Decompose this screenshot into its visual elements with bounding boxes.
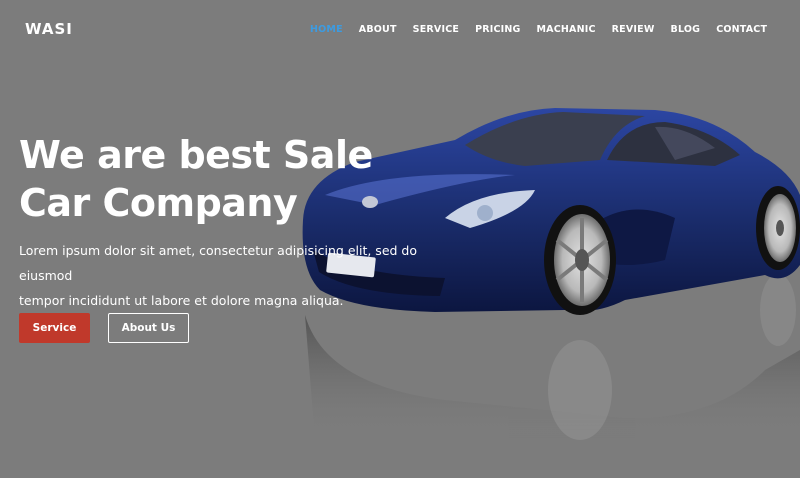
nav-item-review[interactable]: REVIEW (612, 24, 655, 35)
next-section-strip (0, 478, 800, 500)
hero-title-line-1: We are best Sale (19, 133, 373, 177)
nav-item-contact[interactable]: CONTACT (716, 24, 767, 35)
site-logo[interactable]: WASI (25, 20, 73, 38)
nav-item-home[interactable]: HOME (310, 24, 343, 35)
nav-item-about[interactable]: ABOUT (359, 24, 397, 35)
hero-description-line-2: tempor incididunt ut labore et dolore ma… (19, 293, 344, 308)
nav-item-machanic[interactable]: MACHANIC (537, 24, 596, 35)
nav-item-service[interactable]: SERVICE (413, 24, 459, 35)
main-nav: HOME ABOUT SERVICE PRICING MACHANIC REVI… (310, 24, 783, 35)
hero-page: WASI HOME ABOUT SERVICE PRICING MACHANIC… (0, 0, 800, 500)
about-us-button[interactable]: About Us (108, 313, 189, 343)
hero-description: Lorem ipsum dolor sit amet, consectetur … (19, 238, 449, 313)
nav-item-pricing[interactable]: PRICING (475, 24, 520, 35)
hero-title: We are best Sale Car Company (19, 131, 379, 227)
service-button[interactable]: Service (19, 313, 90, 343)
hero-description-line-1: Lorem ipsum dolor sit amet, consectetur … (19, 243, 417, 283)
nav-item-blog[interactable]: BLOG (671, 24, 701, 35)
hero-title-line-2: Car Company (19, 181, 298, 225)
